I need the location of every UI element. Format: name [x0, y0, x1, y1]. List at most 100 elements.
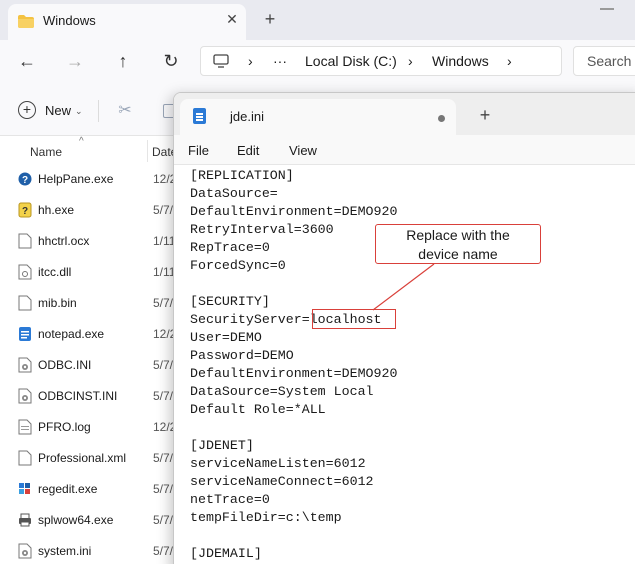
text-line: DefaultEnvironment=DEMO920: [190, 366, 398, 381]
notepad-window: jde.ini + File Edit View [REPLICATION] Da…: [173, 92, 635, 564]
text-line: netTrace=0: [190, 492, 270, 507]
notepad-icon: [193, 108, 206, 124]
text-line: tempFileDir=c:\temp: [190, 510, 342, 525]
notepad-menu-bar: File Edit View: [174, 135, 635, 165]
file-name: mib.bin: [38, 296, 77, 310]
plus-icon: +: [18, 101, 36, 119]
explorer-tab-title: Windows: [43, 13, 96, 28]
text-line: DataSource=: [190, 186, 278, 201]
file-name: ODBCINST.INI: [38, 389, 118, 403]
file-date: 5/7/: [153, 389, 174, 403]
text-line: [190, 419, 397, 437]
highlight-box: [312, 309, 396, 329]
ini-icon: [18, 543, 32, 559]
file-name: ODBC.INI: [38, 358, 92, 372]
explorer-tab-bar: Windows ✕ +: [0, 0, 635, 40]
log-icon: [18, 419, 32, 435]
text-line: serviceNameConnect=6012: [190, 474, 374, 489]
help-icon: ?: [18, 171, 32, 187]
file-icon: [18, 295, 32, 311]
file-icon: [18, 450, 32, 466]
ini-icon: [18, 388, 32, 404]
file-date: 5/7/: [153, 203, 174, 217]
file-name: hh.exe: [38, 203, 75, 217]
menu-view[interactable]: View: [289, 143, 317, 159]
notepad-tab-bar: jde.ini +: [174, 93, 635, 135]
callout-text-line2: device name: [418, 246, 498, 262]
column-header-name[interactable]: Name: [30, 145, 62, 159]
breadcrumb-windows[interactable]: Windows: [432, 53, 489, 69]
close-icon[interactable]: ✕: [224, 10, 240, 28]
ini-icon: [18, 357, 32, 373]
security-server-key: SecurityServer=: [190, 312, 310, 327]
notepad-new-tab-button[interactable]: +: [476, 106, 494, 124]
notepad-tab-title: jde.ini: [230, 109, 264, 124]
file-date: 5/7/: [153, 358, 174, 372]
new-tab-button[interactable]: +: [260, 9, 280, 29]
help-doc-icon: ?: [18, 202, 32, 218]
menu-file[interactable]: File: [188, 143, 209, 159]
regedit-icon: [18, 481, 32, 497]
sort-ascending-icon: ^: [79, 136, 84, 147]
address-separator: ›: [507, 53, 512, 69]
folder-icon: [18, 15, 34, 28]
forward-arrow-icon[interactable]: →: [64, 50, 86, 72]
refresh-icon[interactable]: ↻: [160, 50, 182, 72]
file-date: 5/7/: [153, 544, 174, 558]
printer-icon: [18, 512, 32, 528]
file-name: Professional.xml: [38, 451, 127, 465]
new-button-label: New: [45, 103, 72, 118]
text-line: DataSource=System Local: [190, 384, 374, 399]
text-line: RepTrace=0: [190, 240, 270, 255]
text-line: [JDEMAIL]: [190, 546, 262, 561]
file-icon: [18, 233, 32, 249]
column-divider[interactable]: [147, 140, 148, 162]
dll-icon: [18, 264, 32, 280]
text-line: ForcedSync=0: [190, 258, 286, 273]
breadcrumb-local-disk[interactable]: Local Disk (C:): [305, 53, 397, 69]
editor-content: [REPLICATION] DataSource= DefaultEnvironme…: [190, 167, 397, 563]
new-button[interactable]: + New ⌄: [18, 100, 88, 122]
text-line: serviceNameListen=6012: [190, 456, 366, 471]
back-arrow-icon[interactable]: ←: [16, 50, 38, 72]
svg-text:?: ?: [22, 206, 28, 217]
file-name: hhctrl.ocx: [38, 234, 90, 248]
unsaved-indicator-icon: [438, 115, 445, 122]
svg-text:?: ?: [22, 175, 28, 186]
text-line: Default Role=*ALL: [190, 402, 326, 417]
menu-edit[interactable]: Edit: [237, 143, 259, 159]
search-box[interactable]: Search W: [573, 46, 635, 76]
file-date: 5/7/: [153, 513, 174, 527]
file-name: system.ini: [38, 544, 92, 558]
notepad-icon: [18, 326, 32, 342]
chevron-down-icon: ⌄: [75, 106, 83, 116]
address-bar[interactable]: › ··· Local Disk (C:) › Windows ›: [200, 46, 562, 76]
text-line: Password=DEMO: [190, 348, 294, 363]
address-more-icon[interactable]: ···: [273, 53, 287, 69]
file-name: HelpPane.exe: [38, 172, 114, 186]
command-divider: [98, 100, 99, 122]
text-line: RetryInterval=3600: [190, 222, 334, 237]
file-date: 5/7/: [153, 296, 174, 310]
file-name: splwow64.exe: [38, 513, 114, 527]
text-line: [JDENET]: [190, 438, 254, 453]
address-separator: ›: [248, 53, 253, 69]
file-date: 5/7/: [153, 451, 174, 465]
file-date: 5/7/: [153, 482, 174, 496]
text-line: User=DEMO: [190, 330, 262, 345]
text-line: [190, 275, 397, 293]
text-line: [190, 527, 397, 545]
callout-text-line1: Replace with the: [406, 227, 510, 243]
scissors-icon[interactable]: ✂: [116, 102, 134, 120]
annotation-callout: Replace with the device name: [375, 224, 541, 264]
text-line: [REPLICATION]: [190, 168, 294, 183]
up-arrow-icon[interactable]: ↑: [112, 50, 134, 72]
pc-icon: [213, 54, 229, 68]
explorer-nav-bar: ← → ↑ ↻ › ··· Local Disk (C:) › Windows …: [0, 40, 635, 84]
file-name: regedit.exe: [38, 482, 98, 496]
text-line: DefaultEnvironment=DEMO920: [190, 204, 398, 219]
file-name: notepad.exe: [38, 327, 105, 341]
explorer-tab-windows[interactable]: Windows ✕: [8, 4, 246, 40]
notepad-tab-jde-ini[interactable]: jde.ini: [180, 99, 456, 135]
minimize-button[interactable]: [600, 8, 614, 10]
